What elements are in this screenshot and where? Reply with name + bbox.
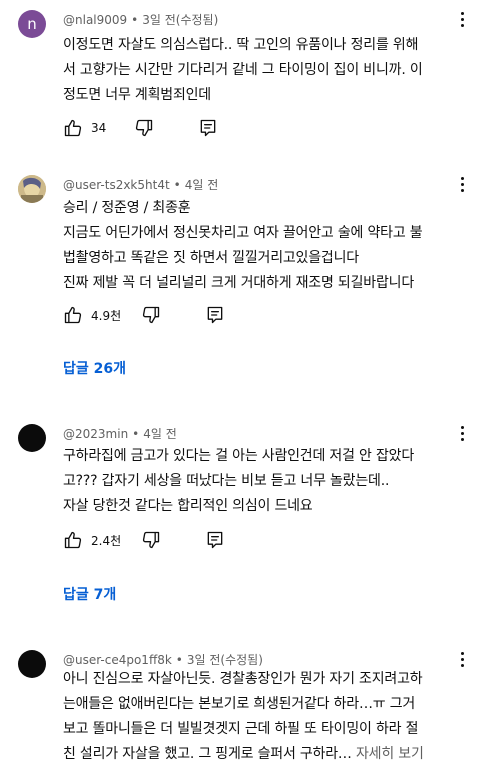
more-options-icon[interactable] xyxy=(460,12,466,30)
like-button[interactable]: 34 xyxy=(63,118,106,138)
comment-time: 4일 전 xyxy=(143,427,177,441)
more-options-icon[interactable] xyxy=(460,177,466,195)
comment-actions: 34 xyxy=(63,118,218,138)
reply-icon xyxy=(200,119,216,137)
comment-text: 아니 진심으로 자살아닌듯. 경찰총장인가 뭔가 자기 조지려고하 는애들은 없… xyxy=(63,671,424,762)
avatar-letter: n xyxy=(27,15,37,33)
dislike-button[interactable] xyxy=(141,305,161,325)
reply-icon xyxy=(207,306,223,324)
avatar[interactable] xyxy=(18,424,46,452)
meta-separator: • xyxy=(132,427,140,441)
comment-text: 구하라집에 금고가 있다는 걸 아는 사람인건데 저걸 안 잡았다 고??? 갑… xyxy=(63,448,415,514)
thumbs-up-icon xyxy=(64,306,82,324)
thumbs-up-icon xyxy=(64,531,82,549)
like-button[interactable]: 4.9천 xyxy=(63,305,121,325)
comment-3: @2023min • 4일 전 구하라집에 금고가 있다는 걸 아는 사람인건데 저… xyxy=(0,414,480,614)
comment-time: 4일 전 xyxy=(184,178,219,192)
meta-separator: • xyxy=(173,178,181,192)
avatar[interactable] xyxy=(18,175,46,203)
like-count: 2.4천 xyxy=(91,533,122,548)
comment-time: 3일 전(수정됨) xyxy=(186,653,263,667)
author-name[interactable]: @user-ts2xk5ht4t xyxy=(63,178,170,192)
reply-icon xyxy=(207,531,223,549)
reply-button[interactable] xyxy=(205,530,225,550)
reply-button[interactable] xyxy=(198,118,218,138)
author-name[interactable]: @2023min xyxy=(63,427,128,441)
more-options-icon[interactable] xyxy=(460,426,466,444)
dislike-button[interactable] xyxy=(141,530,161,550)
comment-1: n @nlal9009 • 3일 전(수정됨) 이정도면 자살도 의심스럽다.. 딱… xyxy=(0,0,480,150)
like-button[interactable]: 2.4천 xyxy=(63,530,121,550)
comment-4: @user-ce4po1ff8k • 3일 전(수정됨) 아니 진심으로 자살아닌듯… xyxy=(0,640,480,772)
meta-separator: • xyxy=(175,653,183,667)
thumbs-up-icon xyxy=(64,119,82,137)
thumbs-down-icon xyxy=(136,119,153,137)
meta-separator: • xyxy=(131,13,139,27)
comment-meta: @user-ce4po1ff8k • 3일 전(수정됨) xyxy=(63,651,263,668)
dislike-button[interactable] xyxy=(134,118,154,138)
author-name[interactable]: @user-ce4po1ff8k xyxy=(63,653,172,667)
thumbs-down-icon xyxy=(143,306,160,324)
comment-text: 이정도면 자살도 의심스럽다.. 딱 고인의 유품이나 정리를 위해 서 고향가… xyxy=(63,37,423,103)
thumbs-down-icon xyxy=(143,531,160,549)
comment-meta: @user-ts2xk5ht4t • 4일 전 xyxy=(63,176,218,193)
comment-2: @user-ts2xk5ht4t • 4일 전 승리 / 정준영 / 최종훈 지금도… xyxy=(0,165,480,385)
view-replies-button[interactable]: 답글 26개 xyxy=(63,358,126,378)
avatar[interactable]: n xyxy=(18,10,46,38)
reply-button[interactable] xyxy=(205,305,225,325)
comment-meta: @2023min • 4일 전 xyxy=(63,425,177,442)
comment-meta: @nlal9009 • 3일 전(수정됨) xyxy=(63,11,218,28)
comment-time: 3일 전(수정됨) xyxy=(142,13,219,27)
author-name[interactable]: @nlal9009 xyxy=(63,13,127,27)
comment-actions: 4.9천 xyxy=(63,305,225,325)
avatar[interactable] xyxy=(18,650,46,678)
comment-actions: 2.4천 xyxy=(63,530,225,550)
view-replies-button[interactable]: 답글 7개 xyxy=(63,584,116,604)
like-count: 34 xyxy=(91,121,107,135)
read-more-link[interactable]: 자세히 보기 xyxy=(356,746,424,762)
like-count: 4.9천 xyxy=(91,308,122,323)
comment-text: 승리 / 정준영 / 최종훈 지금도 어딘가에서 정신못차리고 여자 끌어안고 … xyxy=(63,200,423,291)
avatar-image xyxy=(18,175,46,203)
